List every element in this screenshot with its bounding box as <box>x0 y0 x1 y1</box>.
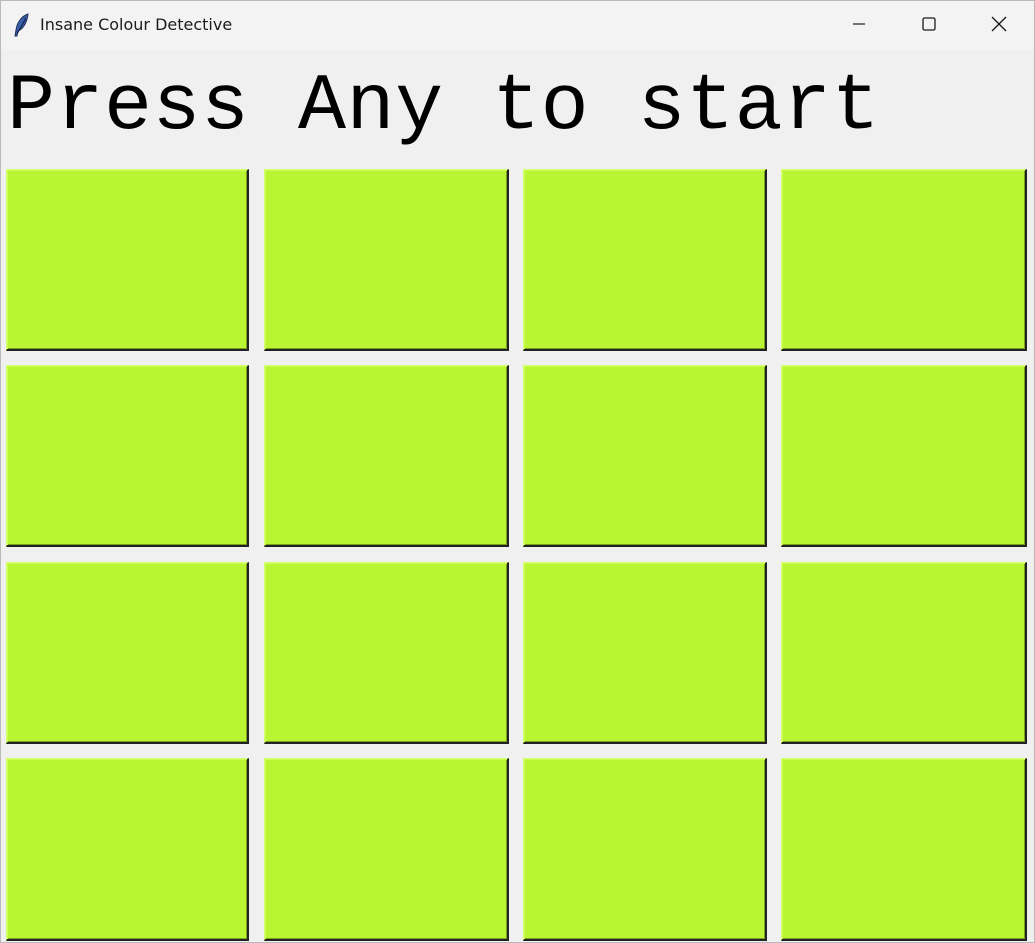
color-tile[interactable] <box>264 562 509 744</box>
color-tile[interactable] <box>523 169 767 351</box>
app-window: Insane Colour Detective Press Any to sta… <box>0 0 1035 943</box>
color-tile[interactable] <box>264 758 509 941</box>
color-tile[interactable] <box>781 365 1027 547</box>
color-tile[interactable] <box>264 365 509 547</box>
color-tile[interactable] <box>781 169 1027 351</box>
tile-grid <box>1 1 1034 942</box>
color-tile[interactable] <box>6 365 249 547</box>
color-tile[interactable] <box>523 562 767 744</box>
color-tile[interactable] <box>6 169 249 351</box>
color-tile[interactable] <box>523 758 767 941</box>
color-tile[interactable] <box>6 562 249 744</box>
color-tile[interactable] <box>6 758 249 941</box>
color-tile[interactable] <box>781 562 1027 744</box>
color-tile[interactable] <box>523 365 767 547</box>
color-tile[interactable] <box>781 758 1027 941</box>
color-tile[interactable] <box>264 169 509 351</box>
